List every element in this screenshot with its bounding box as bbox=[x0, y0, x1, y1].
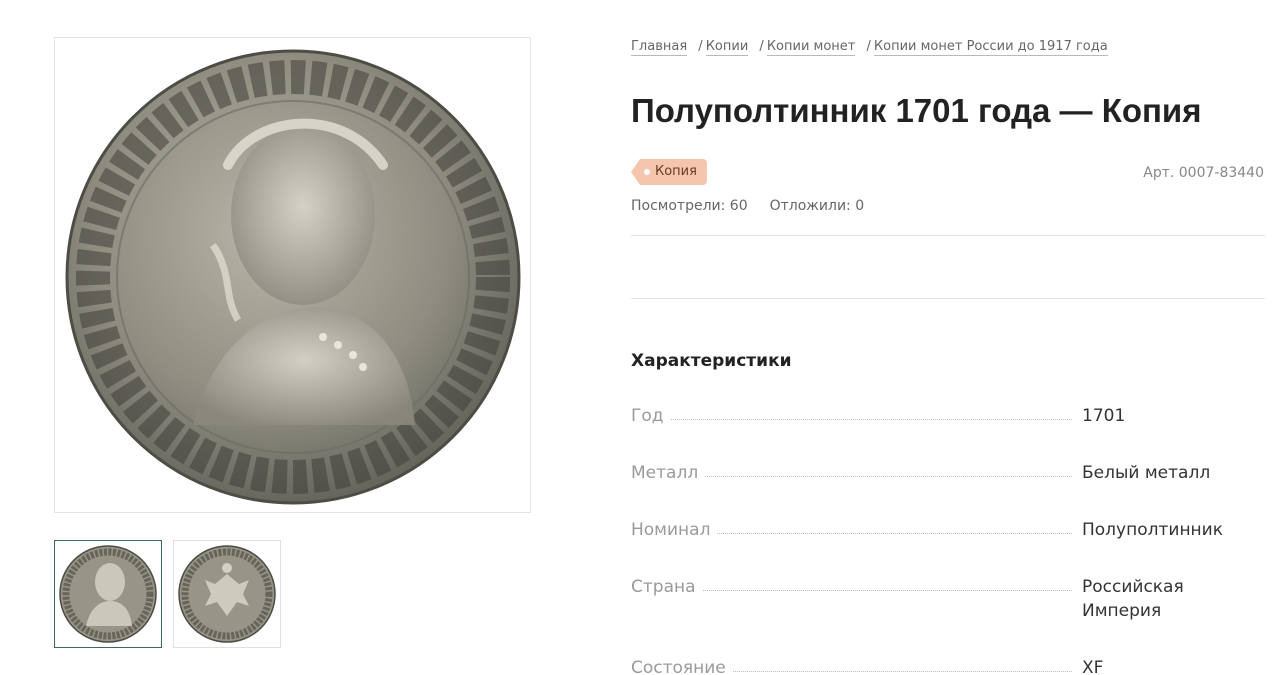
spec-label: Состояние bbox=[631, 656, 732, 675]
spec-value: XF bbox=[1082, 658, 1104, 675]
page-title: Полуполтинник 1701 года — Копия bbox=[631, 92, 1202, 129]
product-sku: Арт. 0007-83440 bbox=[1143, 165, 1264, 181]
breadcrumb-home[interactable]: Главная bbox=[631, 39, 688, 56]
main-product-image[interactable] bbox=[54, 37, 531, 513]
views-count: Посмотрели: 60 bbox=[631, 198, 748, 214]
breadcrumb-russia-coin-copies[interactable]: Копии монет России до 1917 года bbox=[873, 39, 1108, 56]
breadcrumb-separator: / bbox=[759, 39, 764, 54]
coin-reverse-thumb bbox=[178, 545, 276, 643]
breadcrumb: Главная / Копии / Копии монет / Копии монет… bbox=[631, 39, 1108, 56]
divider bbox=[631, 235, 1265, 236]
spec-value: 1701 bbox=[1082, 406, 1126, 426]
breadcrumb-separator: / bbox=[698, 39, 703, 54]
spec-value: Полуполтинник bbox=[1082, 520, 1223, 540]
spec-label: Страна bbox=[631, 575, 702, 599]
thumbnail-obverse[interactable] bbox=[54, 540, 162, 648]
status-badge: Копия bbox=[631, 159, 707, 185]
spec-label: Металл bbox=[631, 461, 705, 485]
breadcrumb-coin-copies[interactable]: Копии монет bbox=[766, 39, 856, 56]
product-stats: Посмотрели: 60 Отложили: 0 bbox=[631, 198, 864, 214]
divider bbox=[631, 298, 1265, 299]
badge-label: Копия bbox=[655, 164, 697, 179]
spec-label: Год bbox=[631, 404, 670, 428]
specs-title: Характеристики bbox=[631, 351, 792, 371]
spec-value: Российская Империя bbox=[1082, 577, 1184, 621]
badge-dot-icon bbox=[644, 169, 650, 175]
coin-obverse-thumb bbox=[59, 545, 157, 643]
saved-count: Отложили: 0 bbox=[769, 198, 865, 214]
spec-dotted-leader bbox=[631, 419, 1072, 420]
spec-value: Белый металл bbox=[1082, 463, 1211, 483]
breadcrumb-separator: / bbox=[866, 39, 871, 54]
thumbnail-reverse[interactable] bbox=[173, 540, 281, 648]
product-page: Главная / Копии / Копии монет / Копии монет… bbox=[0, 0, 1280, 675]
breadcrumb-copies[interactable]: Копии bbox=[705, 39, 749, 56]
coin-obverse-image bbox=[65, 49, 520, 505]
spec-label: Номинал bbox=[631, 518, 717, 542]
